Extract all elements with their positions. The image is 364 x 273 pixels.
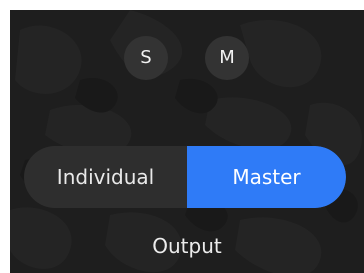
mute-button[interactable]: M xyxy=(205,36,249,80)
solo-button[interactable]: S xyxy=(124,36,168,80)
master-option[interactable]: Master xyxy=(187,146,346,208)
output-mode-toggle: Individual Master xyxy=(24,146,346,208)
output-panel: S M Individual Master Output xyxy=(10,10,364,273)
output-label: Output xyxy=(152,234,222,258)
individual-option[interactable]: Individual xyxy=(24,146,187,208)
